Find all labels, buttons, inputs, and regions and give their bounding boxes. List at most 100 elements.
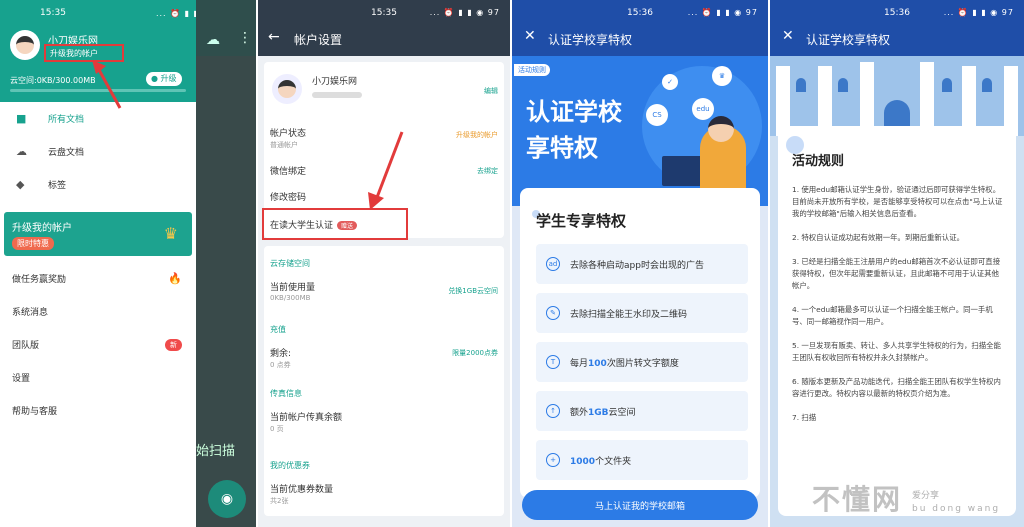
feature-text: 额外1GB云空间: [570, 407, 636, 418]
watermark-pinyin: bu dong wang: [912, 504, 1001, 514]
folder-icon: ■: [16, 112, 27, 125]
cloud-icon: ☁: [16, 145, 27, 158]
usage-label: 当前使用量: [270, 283, 316, 293]
usage-value: 0KB/300MB: [270, 294, 311, 302]
card-title: 学生专享特权: [536, 212, 627, 230]
rules-card: 活动规则 1. 使用edu邮箱认证学生身份，验证通过后即可获得学生特权。目前尚未…: [778, 126, 1016, 516]
rule-item: 7. 扫描: [792, 413, 817, 422]
menu-item-messages[interactable]: 系统消息: [0, 295, 196, 328]
status-time: 15:36: [627, 8, 653, 18]
upgrade-button[interactable]: ● 升级: [146, 72, 182, 86]
back-arrow-icon[interactable]: ←: [268, 29, 280, 45]
rule-item: 1. 使用edu邮箱认证学生身份，验证通过后即可获得学生特权。目前尚未开放所有学…: [792, 185, 1003, 218]
section-cloud: 云存储空间: [270, 259, 310, 268]
avatar[interactable]: [10, 30, 40, 60]
panel-drawer: 15:35... ⏰ ▮ ▮ ◉ 97 ☁ ⋮ 始扫描 ◉ 小刀娱乐网 升级我的…: [0, 0, 256, 527]
cloud-sync-icon[interactable]: ☁: [206, 32, 220, 48]
section-fax: 传真信息: [270, 389, 302, 398]
vip-banner[interactable]: 升级我的帐户 限时特惠 ♛: [4, 212, 192, 256]
feature-text: 1000个文件夹: [570, 456, 632, 467]
rule-item: 4. 一个edu邮箱最多可以认证一个扫描全能王帐户。同一手机号、同一邮箱视作同一…: [792, 305, 993, 326]
tag-icon: ◆: [16, 178, 25, 191]
verify-email-button[interactable]: 马上认证我的学校邮箱: [522, 490, 758, 520]
background-header: [196, 0, 256, 56]
status-icons: ... ⏰ ▮ ▮ ◉ 97: [687, 8, 758, 17]
avatar[interactable]: [272, 74, 302, 104]
close-icon[interactable]: ✕: [782, 28, 794, 44]
upgrade-account-link[interactable]: 升级我的帐户: [44, 44, 124, 62]
vip-title: 升级我的帐户: [12, 223, 72, 234]
drawer-menu-secondary: 做任务赢奖励 🔥 系统消息 团队版 新 设置 帮助与客服: [0, 262, 196, 427]
menu-item-help[interactable]: 帮助与客服: [0, 394, 196, 427]
feature-cloud: ↑ 额外1GB云空间: [536, 391, 748, 431]
menu-label: 团队版: [12, 341, 40, 351]
section-charge: 充值: [270, 325, 286, 334]
app-header: 15:36 ... ⏰ ▮ ▮ ◉ 97 ✕ 认证学校享特权: [512, 0, 768, 56]
storage-progress-bar: [10, 89, 186, 92]
close-icon[interactable]: ✕: [524, 28, 536, 44]
menu-label: 帮助与客服: [12, 407, 58, 417]
camera-icon: ◉: [220, 491, 234, 507]
ad-icon: ad: [546, 257, 560, 271]
feature-ocr: T 每月100次图片转文字额度: [536, 342, 748, 382]
fax-value: 0 页: [270, 425, 284, 433]
rule-item: 6. 随版本更新及产品功能迭代，扫描全能王团队有权学生特权内容进行更改。特权内容…: [792, 377, 1001, 398]
rules-list: 1. 使用edu邮箱认证学生身份，验证通过后即可获得学生特权。目前尚未开放所有学…: [792, 184, 1004, 436]
pillar: [860, 62, 874, 136]
account-id-placeholder: [312, 92, 362, 98]
menu-item-team[interactable]: 团队版 新: [0, 328, 196, 361]
status-time: 15:35: [371, 8, 397, 18]
section-coupon: 我的优惠券: [270, 461, 310, 470]
menu-item-all-docs[interactable]: ■ 所有文档: [0, 102, 196, 135]
coupon-offer-link[interactable]: 限量2000点券: [452, 348, 498, 358]
rule-item: 2. 特权自认证成功起有效期一年。到期后重新认证。: [792, 233, 964, 242]
menu-item-tags[interactable]: ◆ 标签: [0, 168, 196, 201]
hero-title: 认证学校享特权: [526, 98, 622, 162]
pillar: [920, 62, 934, 136]
menu-item-tasks[interactable]: 做任务赢奖励 🔥: [0, 262, 196, 295]
more-icon[interactable]: ⋮: [238, 30, 252, 46]
eraser-icon: ✎: [546, 306, 560, 320]
wechat-bind-label[interactable]: 微信绑定: [270, 164, 306, 177]
redeem-cloud-link[interactable]: 兑换1GB云空间: [448, 286, 498, 296]
change-password[interactable]: 修改密码: [270, 190, 306, 203]
edit-link[interactable]: 编辑: [484, 86, 498, 96]
rule-item: 5. 一旦发现有贩卖、转让、多人共享学生特权的行为，扫描全能王团队有权收回所有特…: [792, 341, 1001, 362]
menu-label: 所有文档: [48, 115, 85, 125]
feature-text: 每月100次图片转文字额度: [570, 358, 679, 369]
feature-folders: +1000个文件夹: [536, 440, 748, 480]
app-header: 15:36 ... ⏰ ▮ ▮ ◉ 97 ✕ 认证学校享特权: [770, 0, 1024, 56]
account-status-label: 帐户状态: [270, 129, 307, 139]
cs-bubble: CS: [646, 104, 668, 126]
page-title: 帐户设置: [294, 33, 343, 47]
camera-button[interactable]: ◉: [208, 480, 246, 518]
page-title: 认证学校享特权: [806, 33, 891, 47]
menu-label: 云盘文档: [48, 148, 85, 158]
status-icons: ... ⏰ ▮ ▮ ◉ 97: [943, 8, 1014, 17]
feature-no-ads: ad 去除各种启动app时会出现的广告: [536, 244, 748, 284]
window: [982, 78, 992, 92]
menu-item-cloud-docs[interactable]: ☁ 云盘文档: [0, 135, 196, 168]
rules-tag[interactable]: 活动规则: [514, 64, 550, 76]
page-title: 认证学校享特权: [548, 33, 633, 47]
remain-label: 剩余:: [270, 349, 292, 359]
folder-add-icon: +: [546, 453, 560, 467]
menu-item-settings[interactable]: 设置: [0, 361, 196, 394]
menu-label: 系统消息: [12, 308, 49, 318]
avatar-face-icon: [16, 36, 34, 54]
status-time: 15:36: [884, 8, 910, 18]
ocr-icon: T: [546, 355, 560, 369]
feature-text: 去除各种启动app时会出现的广告: [570, 260, 704, 271]
coupon-value: 共2张: [270, 497, 289, 505]
rules-title: 活动规则: [792, 154, 845, 169]
panel-student-privilege: 15:36 ... ⏰ ▮ ▮ ◉ 97 ✕ 认证学校享特权 活动规则 认证学校享…: [512, 0, 768, 527]
crown-icon: ♛: [712, 66, 732, 86]
app-header: 15:35 ... ⏰ ▮ ▮ ◉ 97 ← 帐户设置: [258, 0, 510, 56]
status-time: 15:35: [40, 8, 66, 18]
status-icons: ... ⏰ ▮ ▮ ◉ 97: [429, 8, 500, 17]
upgrade-account-link[interactable]: 升级我的帐户: [456, 130, 498, 140]
edu-bubble: edu: [692, 98, 714, 120]
wechat-bind-link[interactable]: 去绑定: [477, 166, 498, 176]
scan-label: 始扫描: [196, 444, 236, 459]
upgrade-button-label: 升级: [160, 74, 177, 83]
